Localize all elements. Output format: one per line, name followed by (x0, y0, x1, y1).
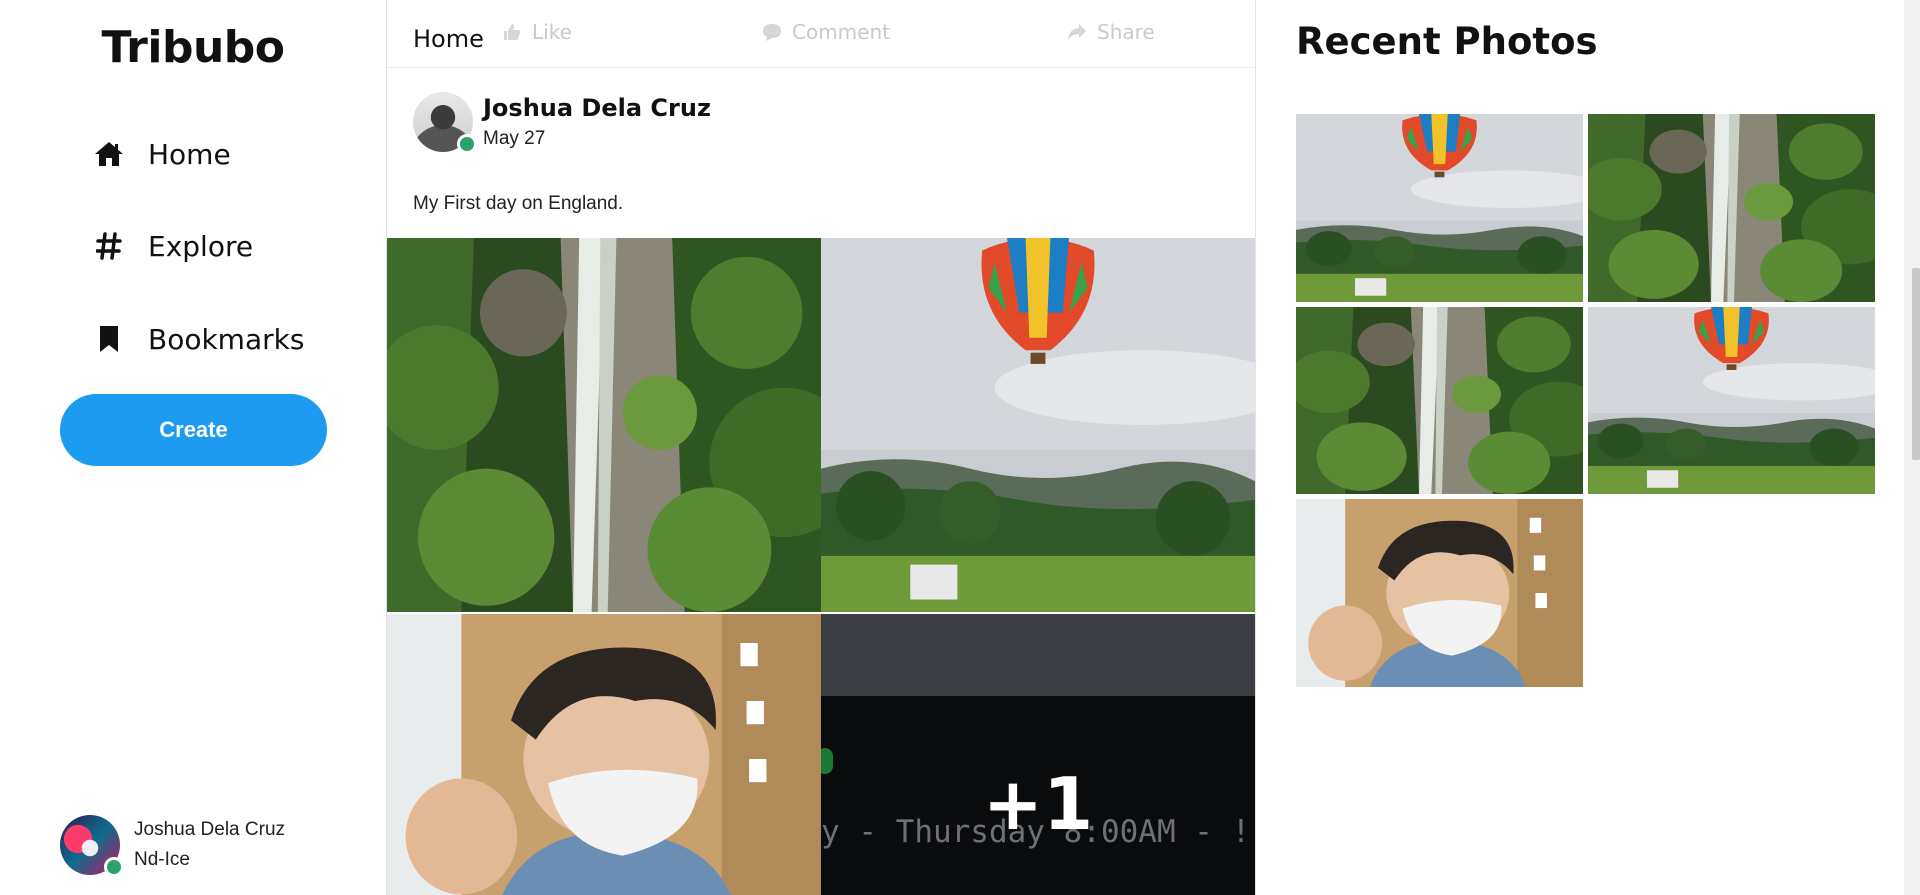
nav-item-home[interactable]: Home (92, 124, 231, 184)
post-photo-person[interactable] (387, 614, 821, 895)
feed: Home Like Comment Share Joshua Dela Cruz… (386, 0, 1256, 895)
share-button[interactable]: Share (1067, 20, 1155, 44)
like-label: Like (532, 20, 572, 44)
more-photos-count: +1 (982, 762, 1094, 846)
recent-photos-panel: Recent Photos (1254, 0, 1904, 895)
share-icon (1068, 24, 1086, 40)
current-user[interactable]: Joshua Dela Cruz Nd-Ice (60, 815, 286, 877)
scrollbar-thumb[interactable] (1912, 268, 1920, 460)
page-title: Home (413, 25, 484, 53)
feed-header: Home Like Comment Share (387, 0, 1255, 68)
online-status-dot (104, 857, 124, 877)
post-date: May 27 (483, 128, 546, 149)
post-photo-more[interactable]: y - Thursday 8:00AM - ! +1 (821, 614, 1255, 895)
post-photo-waterfall[interactable] (387, 238, 821, 612)
current-user-name: Joshua Dela Cruz (134, 819, 286, 840)
comment-button[interactable]: Comment (762, 20, 890, 44)
brand-logo[interactable]: Tribubo (0, 22, 386, 73)
share-label: Share (1097, 20, 1155, 44)
screenshot-bar (821, 614, 1255, 696)
recent-photo-balloon[interactable] (1296, 114, 1583, 302)
recent-photos-title: Recent Photos (1296, 20, 1598, 63)
home-icon (92, 137, 126, 171)
create-button[interactable]: Create (60, 394, 327, 466)
recent-photo-waterfall[interactable] (1296, 307, 1583, 494)
nav-item-bookmarks[interactable]: Bookmarks (92, 309, 304, 369)
nav-label-home: Home (148, 137, 231, 171)
nav-item-explore[interactable]: Explore (92, 216, 253, 276)
nav-label-bookmarks: Bookmarks (148, 322, 305, 356)
recent-photo-person[interactable] (1296, 499, 1583, 687)
bookmark-icon (92, 322, 126, 356)
thumbs-up-icon (504, 24, 521, 40)
avatar[interactable] (60, 815, 124, 877)
hashtag-icon (92, 229, 126, 263)
comment-icon (763, 24, 781, 41)
sidebar: Tribubo Home Explore Bookmarks Create Jo… (0, 0, 386, 895)
post-photo-balloon[interactable] (821, 238, 1255, 612)
nav-label-explore: Explore (148, 229, 254, 263)
comment-label: Comment (792, 20, 890, 44)
current-user-handle: Nd-Ice (134, 849, 190, 870)
recent-photo-waterfall[interactable] (1588, 114, 1875, 302)
post-text: My First day on England. (413, 193, 624, 214)
like-button[interactable]: Like (502, 20, 572, 44)
post-author-avatar[interactable] (413, 92, 477, 154)
post-header: Joshua Dela Cruz May 27 (413, 92, 711, 154)
online-status-dot (457, 134, 477, 154)
recent-photo-balloon[interactable] (1588, 307, 1875, 494)
post-author-name[interactable]: Joshua Dela Cruz (483, 94, 711, 122)
